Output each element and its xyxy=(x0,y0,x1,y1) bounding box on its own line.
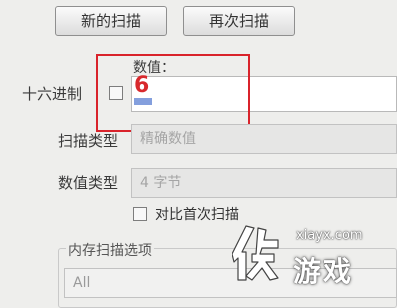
next-scan-button[interactable]: 再次扫描 xyxy=(183,6,295,36)
value-type-label: 数值类型 xyxy=(58,174,119,192)
value-type-dropdown[interactable]: 4 字节 xyxy=(131,168,397,198)
watermark-name-text: 游戏 xyxy=(293,255,354,288)
new-scan-button[interactable]: 新的扫描 xyxy=(55,6,167,36)
highlight-annotation-box xyxy=(96,54,250,132)
memory-scan-options-label: 内存扫描选项 xyxy=(66,240,154,260)
hex-label: 十六进制 xyxy=(22,85,83,103)
watermark-site-text: xiayx.com xyxy=(296,228,363,243)
scan-type-dropdown[interactable]: 精确数值 xyxy=(131,124,397,154)
scan-type-label: 扫描类型 xyxy=(58,132,119,150)
compare-first-scan-checkbox[interactable] xyxy=(133,207,147,221)
compare-first-scan-label: 对比首次扫描 xyxy=(155,207,239,223)
watermark-logo-icon xyxy=(232,225,279,281)
